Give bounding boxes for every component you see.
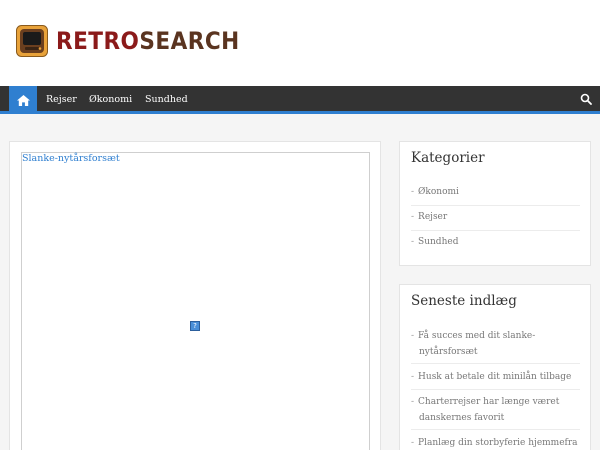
recent-post-title-cont: danskernes favorit	[419, 413, 505, 423]
home-icon	[16, 94, 30, 106]
logo-text-search: SEARCH	[139, 27, 240, 55]
category-label: Sundhed	[418, 237, 459, 247]
logo-text-retro: RETRO	[56, 27, 140, 55]
recent-post-item[interactable]: - Husk at betale dit minilån tilbage	[411, 369, 580, 390]
home-button[interactable]	[9, 86, 37, 114]
list-dash: -	[411, 331, 415, 341]
list-dash: -	[411, 372, 415, 382]
ad-frame: Slanke-nytårsforsæt ?	[21, 152, 370, 450]
broken-image-icon[interactable]: ?	[190, 321, 200, 331]
list-dash: -	[411, 438, 415, 448]
main-content: Slanke-nytårsforsæt ?	[9, 141, 381, 450]
nav-item-sundhed[interactable]: Sundhed	[145, 86, 188, 114]
nav-item-rejser[interactable]: Rejser	[46, 86, 77, 114]
recent-post-item[interactable]: - Planlæg din storbyferie hjemmefra	[411, 435, 580, 450]
site-header: RETROSEARCH	[0, 0, 600, 86]
list-dash: -	[411, 237, 415, 247]
recent-post-title: Charterrejser har længe været	[418, 397, 560, 407]
retro-tv-icon	[16, 25, 48, 57]
site-logo[interactable]: RETROSEARCH	[16, 24, 260, 58]
list-dash: -	[411, 187, 415, 197]
list-dash: -	[411, 397, 415, 407]
nav-item-okonomi[interactable]: Økonomi	[89, 86, 132, 114]
category-item[interactable]: - Økonomi	[411, 184, 580, 206]
site-logo-text: RETROSEARCH	[56, 27, 240, 55]
recent-post-item[interactable]: - Få succes med dit slanke- nytårsforsæt	[411, 328, 580, 364]
category-item[interactable]: - Sundhed	[411, 234, 580, 256]
ad-link[interactable]: Slanke-nytårsforsæt	[22, 153, 120, 164]
recent-post-title: Husk at betale dit minilån tilbage	[418, 372, 572, 382]
category-item[interactable]: - Rejser	[411, 209, 580, 231]
category-label: Rejser	[418, 212, 448, 222]
category-label: Økonomi	[418, 187, 459, 197]
recent-posts-widget: Seneste indlæg - Få succes med dit slanke…	[399, 284, 591, 450]
search-icon[interactable]	[580, 93, 592, 105]
recent-posts-title: Seneste indlæg	[411, 293, 517, 309]
recent-post-title: Planlæg din storbyferie hjemmefra	[418, 438, 578, 448]
recent-post-title: Få succes med dit slanke-	[418, 331, 536, 341]
categories-widget: Kategorier - Økonomi - Rejser - Sundhed	[399, 141, 591, 266]
main-navigation: Rejser Økonomi Sundhed	[0, 86, 600, 114]
categories-title: Kategorier	[411, 150, 485, 166]
recent-post-title-cont: nytårsforsæt	[419, 347, 478, 357]
list-dash: -	[411, 212, 415, 222]
recent-post-item[interactable]: - Charterrejser har længe været danskerne…	[411, 394, 580, 430]
